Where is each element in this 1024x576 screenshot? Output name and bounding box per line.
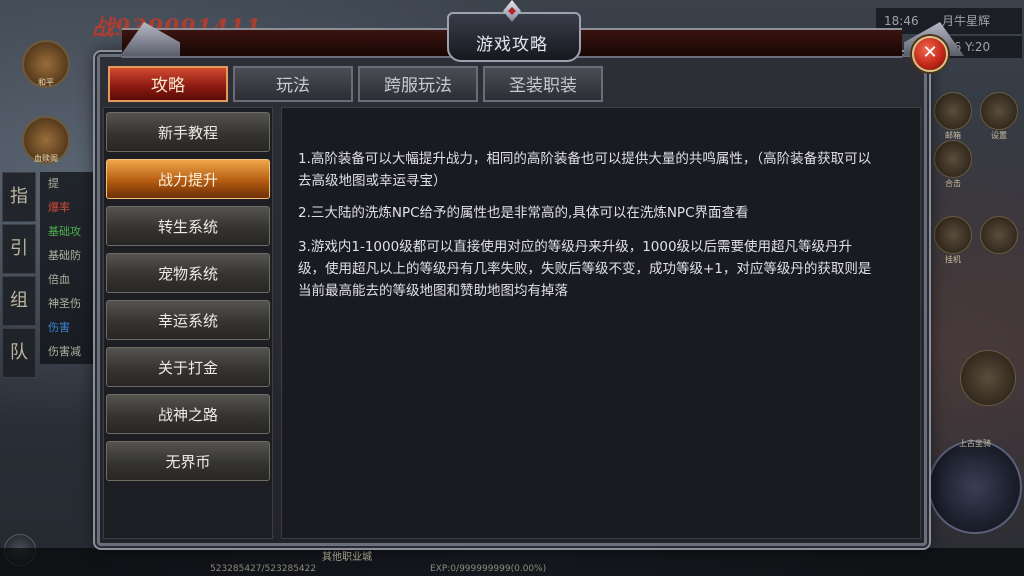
- attribute-item: 基础防: [48, 249, 81, 262]
- nav-item-boundless-coin[interactable]: 无界币: [106, 441, 270, 481]
- side-tab-guide[interactable]: 指: [2, 172, 36, 222]
- attribute-item: 倍血: [48, 273, 70, 286]
- mail-button[interactable]: 邮箱: [934, 92, 972, 140]
- combo-skill-button[interactable]: 合击: [934, 140, 972, 188]
- auto-battle-label: 挂机: [945, 255, 961, 264]
- settings-label: 设置: [991, 131, 1007, 140]
- topic-sidebar: 新手教程 战力提升 转生系统 宠物系统 幸运系统 关于打金 战神之路 无界币: [103, 107, 273, 539]
- nav-item-gold-farming[interactable]: 关于打金: [106, 347, 270, 387]
- combo-skill-label: 合击: [945, 179, 961, 188]
- nav-item-power-boost[interactable]: 战力提升: [106, 159, 270, 199]
- guide-paragraph-1: 1.高阶装备可以大幅提升战力，相同的高阶装备也可以提供大量的共鸣属性，（高阶装备…: [298, 151, 872, 189]
- tab-cross-server[interactable]: 跨服玩法: [358, 66, 478, 102]
- close-icon: ✕: [922, 42, 938, 63]
- nav-item-luck-system[interactable]: 幸运系统: [106, 300, 270, 340]
- chat-line: 其他职业城: [322, 552, 372, 563]
- nav-item-pet-system[interactable]: 宠物系统: [106, 253, 270, 293]
- nav-item-beginner-tutorial[interactable]: 新手教程: [106, 112, 270, 152]
- panel-header: 游戏攻略: [60, 0, 964, 62]
- sword-skill-button[interactable]: [980, 216, 1018, 254]
- settings-button[interactable]: 设置: [980, 92, 1018, 140]
- main-skill-wheel[interactable]: 上古坐骑: [928, 439, 1022, 534]
- hp-readout: 523285427/523285422: [210, 564, 317, 574]
- attribute-item: 基础攻: [48, 225, 81, 238]
- side-tab-team[interactable]: 队: [2, 328, 36, 378]
- guild-avatar-label: 血赎阁: [34, 154, 58, 163]
- attribute-item: 提: [48, 177, 59, 190]
- guide-paragraph-2: 2.三大陆的洗炼NPC给予的属性也是非常高的,具体可以在洗炼NPC界面查看: [298, 205, 749, 221]
- guide-paragraph-3: 3.游戏内1-1000级都可以直接使用对应的等级丹来升级，1000级以后需要使用…: [298, 239, 872, 299]
- attribute-item: 伤害: [48, 321, 70, 334]
- attribute-list: 提 爆率 基础攻 基础防 倍血 神圣伤 伤害 伤害减: [40, 172, 100, 364]
- avatar-label: 和平: [38, 78, 54, 87]
- tab-holy-gear[interactable]: 圣装职装: [483, 66, 603, 102]
- tab-strategy[interactable]: 攻略: [108, 66, 228, 102]
- attribute-item: 伤害减: [48, 345, 81, 358]
- attribute-item: 神圣伤: [48, 297, 81, 310]
- tab-gameplay[interactable]: 玩法: [233, 66, 353, 102]
- auto-battle-button[interactable]: 挂机: [934, 216, 972, 264]
- guild-avatar[interactable]: 血赎阁: [22, 116, 70, 164]
- side-tab-lead[interactable]: 引: [2, 224, 36, 274]
- panel-title: 游戏攻略: [476, 35, 548, 55]
- attribute-item: 爆率: [48, 201, 70, 214]
- side-tab-group[interactable]: 组: [2, 276, 36, 326]
- nav-item-rebirth-system[interactable]: 转生系统: [106, 206, 270, 246]
- nav-item-war-god-road[interactable]: 战神之路: [106, 394, 270, 434]
- exp-readout: EXP:0/999999999(0.00%): [430, 564, 547, 574]
- mount-label: 上古坐骑: [959, 439, 991, 448]
- side-tab-column: 指 引 组 队: [2, 172, 36, 380]
- close-button[interactable]: ✕: [912, 36, 948, 72]
- bottom-status-bar: 其他职业城 523285427/523285422 EXP:0/99999999…: [0, 548, 1024, 576]
- attack-skill-button[interactable]: [960, 350, 1016, 406]
- guide-content: 1.高阶装备可以大幅提升战力，相同的高阶装备也可以提供大量的共鸣属性，（高阶装备…: [281, 107, 921, 539]
